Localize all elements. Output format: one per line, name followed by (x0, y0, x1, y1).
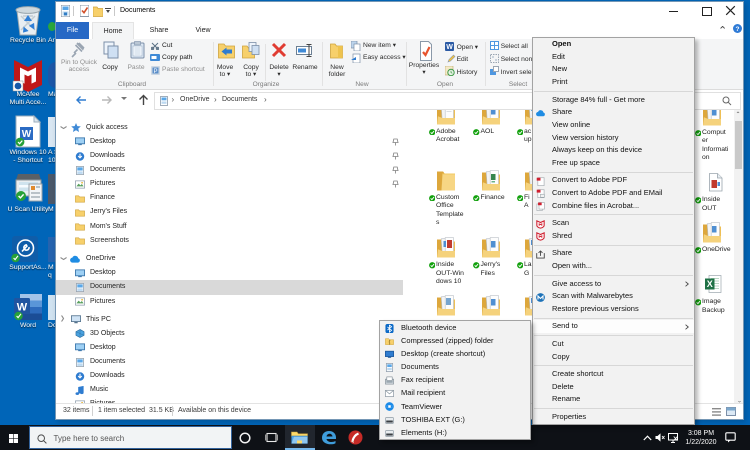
svg-text:W: W (17, 302, 28, 314)
svg-text:W: W (446, 44, 453, 51)
svg-text:W: W (22, 129, 32, 140)
svg-text:X: X (707, 279, 713, 289)
svg-text:?: ? (736, 26, 740, 33)
svg-text:P: P (153, 69, 157, 75)
